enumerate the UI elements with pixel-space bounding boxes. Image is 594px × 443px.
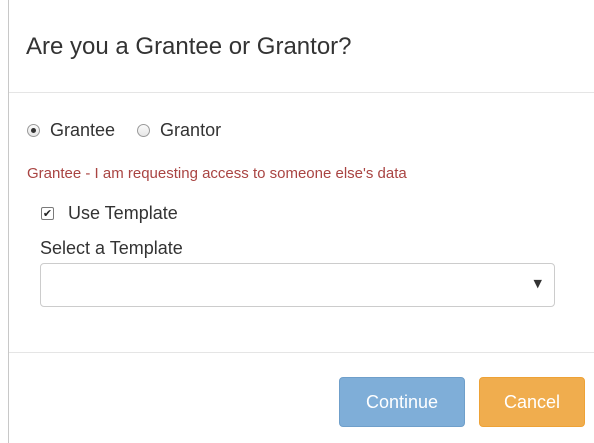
- radio-selected-dot: [31, 128, 36, 133]
- use-template-label[interactable]: Use Template: [68, 203, 178, 224]
- select-template-label: Select a Template: [40, 238, 183, 258]
- grantor-radio[interactable]: [137, 124, 151, 137]
- use-template-row: ✔ Use Template: [41, 203, 178, 224]
- chevron-down-icon: ▼: [533, 277, 542, 290]
- grantee-radio[interactable]: [27, 124, 40, 137]
- grantee-grantor-dialog: Are you a Grantee or Grantor? Grantee Gr…: [8, 0, 594, 443]
- grantee-label[interactable]: Grantee: [50, 120, 115, 141]
- dialog-body: Grantee Grantor Grantee - I am requestin…: [9, 93, 594, 353]
- role-radio-group: Grantee Grantor: [27, 120, 243, 141]
- grantor-label[interactable]: Grantor: [160, 120, 221, 141]
- dialog-header: Are you a Grantee or Grantor?: [9, 0, 594, 93]
- cancel-button[interactable]: Cancel: [479, 377, 585, 427]
- template-select[interactable]: ▼: [40, 263, 555, 307]
- dialog-title: Are you a Grantee or Grantor?: [26, 33, 352, 60]
- continue-button[interactable]: Continue: [339, 377, 465, 427]
- dialog-footer: Continue Cancel: [9, 353, 594, 443]
- use-template-checkbox[interactable]: ✔: [41, 207, 54, 220]
- role-help-text: Grantee - I am requesting access to some…: [27, 165, 407, 182]
